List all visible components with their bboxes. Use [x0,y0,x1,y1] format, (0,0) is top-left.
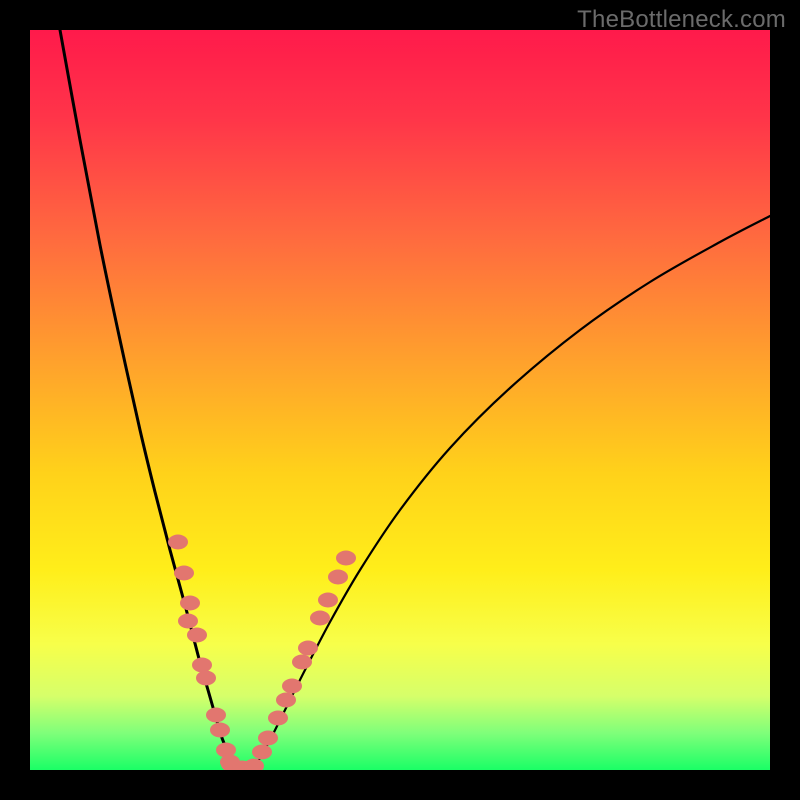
dot-19 [298,641,318,656]
curve-left-branch [60,30,236,768]
dot-13 [252,745,272,760]
curves-layer [30,30,770,770]
dot-8 [210,723,230,738]
dot-0 [168,535,188,550]
dot-20 [310,611,330,626]
dot-17 [282,679,302,694]
dot-5 [192,658,212,673]
dot-12 [244,759,264,771]
dot-4 [187,628,207,643]
dot-14 [258,731,278,746]
dot-23 [336,551,356,566]
dot-2 [180,596,200,611]
plot-area [30,30,770,770]
dot-1 [174,566,194,581]
dot-22 [328,570,348,585]
dot-3 [178,614,198,629]
dot-21 [318,593,338,608]
dot-18 [292,655,312,670]
dot-15 [268,711,288,726]
dot-16 [276,693,296,708]
dot-7 [206,708,226,723]
curve-right-branch [254,216,770,768]
outer-black-frame: TheBottleneck.com [0,0,800,800]
dot-6 [196,671,216,686]
